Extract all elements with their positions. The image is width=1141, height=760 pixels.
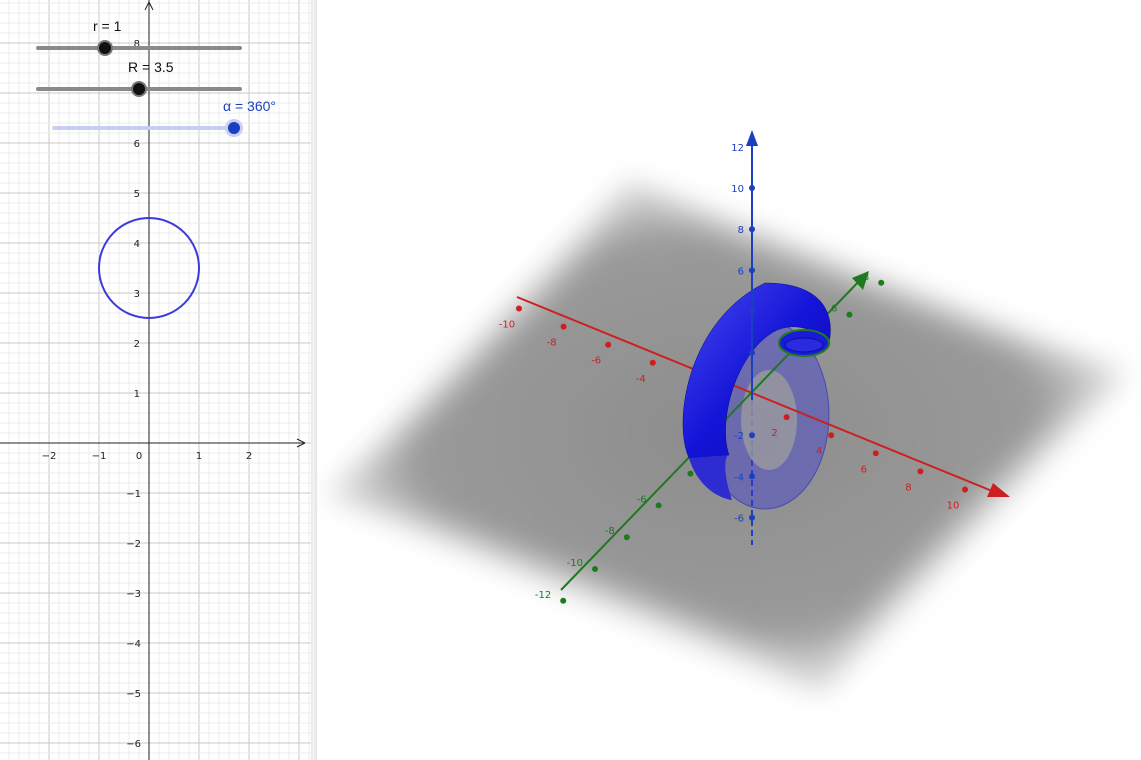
z-axis-tick — [749, 432, 755, 439]
z-axis-tick — [749, 267, 755, 274]
x-axis-tick — [516, 305, 522, 312]
x-tick-label: 0 — [136, 451, 142, 462]
z-axis-label: 8 — [738, 225, 744, 236]
y-tick-label: 6 — [134, 139, 140, 150]
y-axis-2d — [144, 0, 154, 760]
y-tick-label: −4 — [126, 639, 141, 650]
x-axis-label: 10 — [947, 501, 960, 512]
y-tick-label: 2 — [134, 339, 140, 350]
z-axis-tick — [749, 514, 755, 521]
z-axis-tick — [749, 473, 755, 480]
slider-alpha-handle[interactable] — [228, 122, 240, 134]
z-axis-tick — [749, 349, 755, 356]
x-axis-tick — [917, 468, 924, 475]
y-tick-label: 4 — [134, 239, 140, 250]
y-axis-tick — [623, 534, 630, 541]
graphics-view-3d[interactable]: -10 -8 -6 -4 2 4 6 8 10 -12 -10 -8 -6 6 8 12 10 8 6 -2 -4 -6 — [317, 0, 1141, 760]
grid-2d — [0, 0, 311, 760]
x-axis-label: 8 — [905, 482, 911, 493]
x-tick-label: 1 — [196, 451, 202, 462]
x-axis-label: 4 — [816, 446, 822, 457]
z-axis-label: -6 — [734, 514, 744, 525]
z-axis-tick — [749, 226, 755, 233]
z-axis-label: -4 — [734, 472, 744, 483]
y-axis-tick — [655, 502, 662, 509]
x-axis-label: 6 — [861, 464, 867, 475]
y-tick-label: 3 — [134, 289, 140, 300]
y-axis-tick — [592, 566, 598, 572]
z-axis-tick — [749, 185, 755, 191]
graphics-2d-canvas[interactable]: −2 −1 0 1 2 1234568−1−2−3−4−5−6 — [0, 0, 311, 760]
slider-R-handle[interactable] — [131, 81, 147, 97]
y-axis-label: -12 — [535, 590, 551, 601]
z-axis-label: -2 — [734, 431, 744, 442]
y-tick-label: −5 — [126, 689, 141, 700]
slider-r-handle[interactable] — [97, 40, 113, 56]
x-axis-label: 2 — [771, 428, 777, 439]
graphics-3d-canvas[interactable]: -10 -8 -6 -4 2 4 6 8 10 -12 -10 -8 -6 6 8 12 10 8 6 -2 -4 -6 — [317, 0, 1141, 760]
x-axis-tick — [649, 359, 656, 366]
y-tick-labels-2d: 1234568−1−2−3−4−5−6 — [126, 39, 141, 750]
slider-alpha-label: α = 360° — [223, 98, 277, 114]
x-tick-label: −1 — [92, 451, 107, 462]
z-axis-label: 6 — [738, 266, 744, 277]
y-axis-label: -10 — [567, 558, 583, 569]
y-axis-label: -8 — [605, 526, 615, 537]
x-axis-tick — [605, 341, 612, 348]
x-axis-tick — [783, 414, 790, 421]
y-axis-tick — [560, 597, 567, 604]
z-axis-label: 10 — [731, 184, 744, 195]
x-tick-label: −2 — [42, 451, 57, 462]
y-axis-label: 6 — [831, 304, 837, 315]
x-axis-tick — [872, 450, 879, 457]
x-tick-label: 2 — [246, 451, 252, 462]
z-axis-tick — [749, 308, 755, 315]
slider-r-label: r = 1 — [93, 18, 122, 34]
y-tick-label: −2 — [126, 539, 141, 550]
x-axis-label: -8 — [547, 338, 557, 349]
x-axis-tick — [962, 486, 968, 493]
y-tick-label: −1 — [126, 489, 141, 500]
y-axis-tick — [846, 311, 853, 318]
z-axis-label: 12 — [731, 143, 744, 154]
y-axis-tick — [878, 279, 885, 286]
x-axis-label: -4 — [636, 374, 646, 385]
y-tick-label: 5 — [134, 189, 140, 200]
y-axis-label: 8 — [863, 272, 869, 283]
x-axis-tick — [560, 323, 567, 330]
x-axis-label: -6 — [591, 356, 601, 367]
x-axis-tick — [828, 432, 835, 439]
y-tick-label: −3 — [126, 589, 141, 600]
x-axis-label: -10 — [499, 320, 515, 331]
graphics-view-2d[interactable]: −2 −1 0 1 2 1 2 3 4 5 6 8 −1 −2 −3 −4 −5 −6 r = 1 R = 3.… — [0, 0, 311, 760]
slider-R-label: R = 3.5 — [128, 59, 174, 75]
y-axis-label: -6 — [637, 494, 647, 505]
slider-R[interactable] — [36, 81, 242, 97]
y-axis-tick — [687, 470, 694, 477]
y-tick-label: 1 — [134, 389, 140, 400]
y-tick-label: −6 — [126, 739, 141, 750]
